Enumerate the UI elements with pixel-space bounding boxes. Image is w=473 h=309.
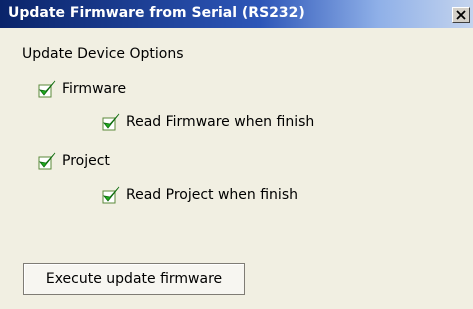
- window-title: Update Firmware from Serial (RS232): [8, 5, 305, 21]
- close-button[interactable]: [452, 7, 470, 23]
- checkmark-icon[interactable]: [102, 185, 122, 205]
- read-firmware-option-label: Read Firmware when finish: [126, 114, 315, 130]
- read-firmware-option[interactable]: Read Firmware when finish: [102, 112, 314, 132]
- project-option[interactable]: Project: [38, 151, 110, 171]
- firmware-option[interactable]: Firmware: [38, 79, 126, 99]
- firmware-update-dialog: Update Firmware from Serial (RS232) Upda…: [0, 0, 473, 309]
- title-bar[interactable]: Update Firmware from Serial (RS232): [0, 0, 473, 28]
- checkmark-icon[interactable]: [38, 79, 58, 99]
- firmware-option-label: Firmware: [62, 81, 127, 97]
- read-project-option[interactable]: Read Project when finish: [102, 185, 298, 205]
- checkmark-icon[interactable]: [38, 151, 58, 171]
- read-project-option-label: Read Project when finish: [126, 187, 298, 203]
- project-option-label: Project: [62, 153, 110, 169]
- close-icon: [456, 10, 466, 20]
- section-title: Update Device Options: [22, 46, 184, 62]
- checkmark-icon[interactable]: [102, 112, 122, 132]
- execute-update-button[interactable]: Execute update firmware: [23, 263, 245, 295]
